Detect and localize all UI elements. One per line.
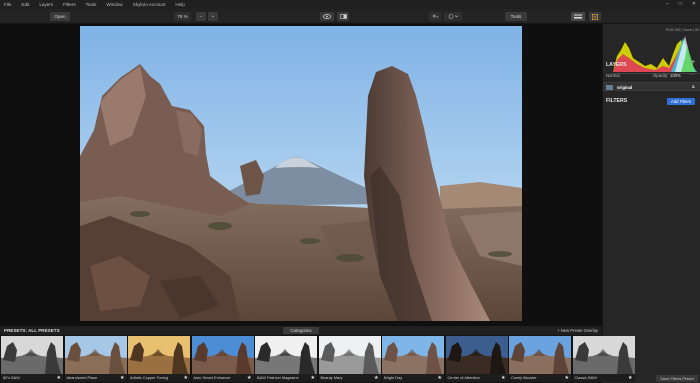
preset-tile[interactable]: Auto Smart Enhancer ★ [191,336,254,382]
favorite-star-icon[interactable]: ★ [184,375,188,381]
favorite-star-icon[interactable]: ★ [501,375,505,381]
menu-layers[interactable]: Layers [39,2,53,7]
favorite-star-icon[interactable]: ★ [311,375,315,381]
histogram-info: RGB 255 | None | 50 [665,28,699,32]
histogram: RGB 255 | None | 50 [611,28,699,76]
blend-mode-select[interactable]: Normal [606,73,620,78]
window-controls: – □ ✕ [666,1,696,7]
sliders-icon [592,13,598,20]
preset-thumbnail [318,336,381,374]
right-panel: RGB 255 | None | 50 LAYERS + Normal Opac… [602,24,700,383]
preset-thumbnail [445,336,508,374]
menu-skylum-account[interactable]: Skylum Account [133,2,166,7]
image-canvas[interactable] [0,24,602,326]
categories-dropdown[interactable]: Categories [283,327,319,334]
history-button[interactable] [444,12,462,21]
presets-title: PRESETS: ALL PRESETS [4,328,60,333]
undo-button[interactable] [429,12,441,21]
favorite-star-icon[interactable]: ★ [438,375,442,381]
history-icon [448,14,458,19]
compare-icon [339,14,347,19]
opacity-value[interactable]: 100% [670,73,681,78]
preset-name: Classic B&W [572,374,635,382]
preset-thumbnail [572,336,635,374]
presets-panel-icon [574,14,582,19]
preset-thumbnail [64,336,127,374]
lock-icon[interactable]: 🔒︎ [692,84,695,90]
opacity-label: Opacity: [653,73,669,78]
menu-bar: File Edit Layers Filters Tools Window Skylum A… [0,0,700,9]
menu-edit[interactable]: Edit [21,2,29,7]
preset-tile[interactable]: Bright Day ★ [382,336,444,382]
add-filters-button[interactable]: Add Filters [667,98,695,105]
presets-strip: 80's B&W ★ Abandoned Place ★ Artistic Copper… [0,335,635,383]
undo-icon [432,14,438,19]
menu-tools[interactable]: Tools [86,2,97,7]
histogram-graph [611,36,699,74]
zoom-in-button[interactable]: + [208,12,218,21]
save-filters-preset-button[interactable]: Save Filters Preset [656,375,698,382]
preset-tile[interactable]: Comfy Booster ★ [509,336,571,382]
preview-eye-button[interactable] [320,12,334,21]
minimize-button[interactable]: – [666,1,669,7]
presets-header: PRESETS: ALL PRESETS Categories + New Pr… [0,326,602,335]
preset-tile[interactable]: Abandoned Place ★ [64,336,127,382]
eye-icon [323,14,331,19]
layer-row-original[interactable]: original 🔒︎ [603,82,700,91]
preset-tile[interactable]: 80's B&W ★ [1,336,63,382]
close-button[interactable]: ✕ [692,1,696,7]
maximize-button[interactable]: □ [679,1,682,7]
photo[interactable] [80,26,522,321]
preset-tile[interactable]: Center of Attention ★ [445,336,508,382]
preset-name: Center of Attention [445,374,508,382]
preset-thumbnail [509,336,571,374]
preset-thumbnail [128,336,190,374]
favorite-star-icon[interactable]: ★ [120,375,124,381]
preset-tile[interactable]: Beauty Mary ★ [318,336,381,382]
preset-name: Artistic Copper Toning [128,374,190,382]
preset-tile[interactable]: Artistic Copper Toning ★ [128,336,190,382]
presets-toggle-button[interactable] [571,12,585,21]
compare-button[interactable] [337,12,349,21]
preset-thumbnail [1,336,63,374]
layer-thumbnail [606,85,613,90]
preset-name: Beauty Mary [318,374,381,382]
menu-help[interactable]: Help [175,2,184,7]
menu-file[interactable]: File [4,2,11,7]
favorite-star-icon[interactable]: ★ [247,375,251,381]
new-preset-overlay-button[interactable]: + New Preset Overlay [557,328,598,333]
tools-button[interactable]: Tools [505,12,527,21]
favorite-star-icon[interactable]: ★ [628,375,632,381]
layers-title[interactable]: LAYERS [606,62,627,68]
preset-thumbnail [382,336,444,374]
open-button[interactable]: Open [50,12,70,21]
preset-name: Auto Smart Enhancer [191,374,254,382]
favorite-star-icon[interactable]: ★ [565,375,569,381]
add-layer-icon[interactable]: + [691,59,695,66]
favorite-star-icon[interactable]: ★ [374,375,378,381]
menu-window[interactable]: Window [106,2,122,7]
preset-name: Comfy Booster [509,374,571,382]
preset-name: Abandoned Place [64,374,127,382]
favorite-star-icon[interactable]: ★ [57,375,61,381]
preset-tile[interactable]: B&W Fashion Magazine ★ [255,336,317,382]
layer-options-icon[interactable]: ⋯ [690,72,695,78]
filters-title[interactable]: FILTERS [606,98,627,104]
zoom-select[interactable]: 75 % [174,12,191,21]
preset-name: 80's B&W [1,374,63,382]
menu-filters[interactable]: Filters [63,2,76,7]
preset-thumbnail [191,336,254,374]
toolbar: Open 75 % − + Tools [0,9,700,24]
preset-thumbnail [255,336,317,374]
edit-panel-button[interactable] [589,12,601,21]
preset-name: Bright Day [382,374,444,382]
landscape-photo [80,26,522,321]
zoom-out-button[interactable]: − [196,12,206,21]
layer-name: original [617,85,633,90]
preset-tile[interactable]: Classic B&W ★ [572,336,635,382]
preset-name: B&W Fashion Magazine [255,374,317,382]
